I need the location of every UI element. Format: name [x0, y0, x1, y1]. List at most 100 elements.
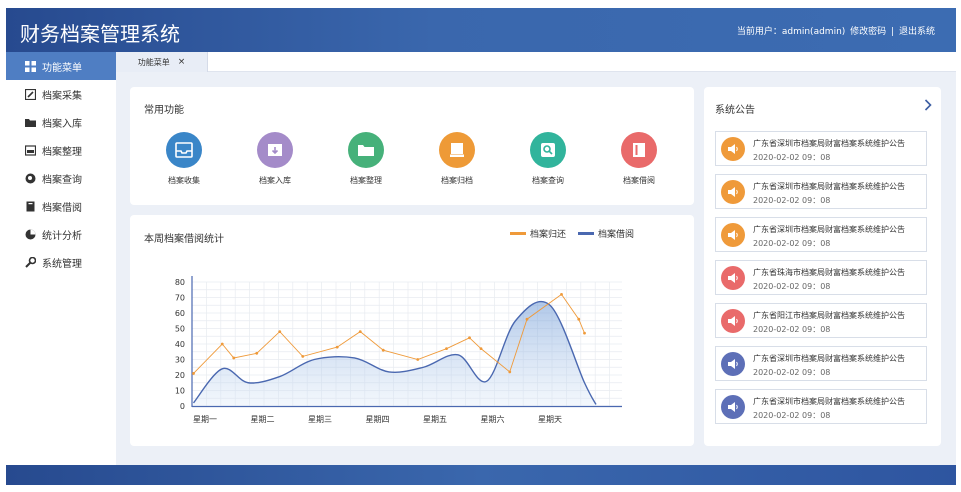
- quick-archive-button[interactable]: 档案归档: [427, 132, 487, 186]
- footer-bar: [6, 465, 956, 485]
- y-tick-label: 20: [175, 371, 185, 380]
- search-icon: [24, 172, 36, 184]
- series-return-point: [301, 355, 305, 358]
- logout-link[interactable]: 退出系统: [899, 27, 935, 37]
- sidebar-item-statistics[interactable]: 统计分析: [6, 220, 116, 248]
- notice-text: 广东省珠海市档案局财富档案系统维护公告: [753, 268, 905, 277]
- quick-function-label: 档案查询: [532, 176, 564, 185]
- user-bar-separator: |: [891, 27, 895, 37]
- series-return-point: [577, 317, 581, 321]
- notice-item[interactable]: 广东省阳江市档案局财富档案系统维护公告 2020-02-02 09：08: [715, 303, 927, 338]
- series-return-point: [508, 370, 512, 374]
- notice-item[interactable]: 广东省深圳市档案局财富档案系统维护公告 2020-02-02 09：08: [715, 217, 927, 252]
- pie-chart-icon: [24, 228, 36, 240]
- quick-function-label: 档案归档: [441, 176, 473, 185]
- notice-item[interactable]: 广东省深圳市档案局财富档案系统维护公告 2020-02-02 09：08: [715, 131, 927, 166]
- x-tick-label: 星期一: [193, 415, 217, 424]
- sidebar-item-label: 档案整理: [42, 146, 82, 158]
- sidebar-item-label: 档案借阅: [42, 202, 82, 214]
- quick-borrow-button[interactable]: 档案借阅: [609, 132, 669, 186]
- grid-icon: [24, 60, 36, 72]
- current-user-label: 当前用户：admin(admin): [736, 27, 846, 37]
- quick-query-button[interactable]: 档案查询: [518, 132, 578, 186]
- sidebar-item-query[interactable]: 档案查询: [6, 164, 116, 192]
- sidebar: 功能菜单 档案采集 档案入库 档案整理 档案查询 档案借阅 统计分析 系统管理: [6, 52, 116, 465]
- sidebar-item-label: 档案入库: [42, 118, 82, 130]
- notice-item[interactable]: 广东省珠海市档案局财富档案系统维护公告 2020-02-02 09：08: [715, 260, 927, 295]
- weekly-borrow-chart-panel: 本周档案借阅统计 档案归还 档案借阅 0 10 20 30 40 50 60 70 80 星期一星…: [130, 215, 694, 446]
- quick-function-label: 档案入库: [259, 176, 291, 185]
- app-title: 财务档案管理系统: [20, 22, 180, 46]
- series-return-point: [445, 347, 448, 351]
- sidebar-item-label: 系统管理: [42, 258, 82, 270]
- tab-bar: 功能菜单 ×: [116, 52, 956, 72]
- series-return-point: [192, 372, 195, 375]
- chevron-right-icon[interactable]: [924, 99, 932, 114]
- series-return-point: [358, 330, 362, 333]
- tab-close-icon[interactable]: ×: [178, 57, 186, 67]
- archive-box-icon: [257, 132, 293, 168]
- x-tick-label: 星期三: [308, 415, 332, 424]
- megaphone-icon: [721, 223, 745, 247]
- notice-item[interactable]: 广东省深圳市档案局财富档案系统维护公告 2020-02-02 09：08: [715, 346, 927, 381]
- quick-functions-panel: 常用功能 档案收集 档案入库 档案整理 档案归档 档案查询 档案借阅: [130, 87, 694, 205]
- tab-function-menu[interactable]: 功能菜单 ×: [116, 52, 208, 72]
- megaphone-icon: [721, 180, 745, 204]
- quick-storage-button[interactable]: 档案入库: [245, 132, 305, 186]
- series-return-point: [381, 348, 385, 352]
- sidebar-item-storage[interactable]: 档案入库: [6, 108, 116, 136]
- y-tick-label: 10: [175, 387, 185, 396]
- x-tick-label: 星期五: [423, 415, 447, 424]
- x-tick-label: 星期六: [481, 414, 505, 424]
- notice-time: 2020-02-02 09：08: [753, 411, 831, 420]
- system-notice-panel: 系统公告 广东省深圳市档案局财富档案系统维护公告 2020-02-02 09：08…: [704, 87, 941, 446]
- series-return-point: [583, 331, 586, 335]
- notice-item[interactable]: 广东省深圳市档案局财富档案系统维护公告 2020-02-02 09：08: [715, 174, 927, 209]
- series-return-point: [560, 293, 563, 296]
- sidebar-item-label: 功能菜单: [42, 62, 82, 74]
- y-tick-label: 30: [175, 356, 185, 365]
- sidebar-item-label: 档案查询: [42, 174, 82, 186]
- book-icon: [621, 132, 657, 168]
- quick-functions-title: 常用功能: [144, 105, 184, 116]
- app-window: 财务档案管理系统 当前用户：admin(admin) 修改密码 | 退出系统 功…: [6, 8, 956, 485]
- quick-organize-button[interactable]: 档案整理: [336, 132, 396, 186]
- y-tick-label: 0: [180, 402, 185, 411]
- tray-icon: [24, 144, 36, 156]
- megaphone-icon: [721, 266, 745, 290]
- folder-icon: [24, 116, 36, 128]
- quick-function-label: 档案借阅: [623, 176, 655, 185]
- series-return-point: [479, 347, 483, 351]
- notice-time: 2020-02-02 09：08: [753, 153, 831, 162]
- series-return-point: [220, 342, 224, 346]
- line-chart: 0 10 20 30 40 50 60 70 80 星期一 星期二 星期三 星期四 星期五 星期六 星期天: [175, 276, 622, 424]
- inbox-icon: [166, 132, 202, 168]
- series-return-point: [278, 330, 282, 333]
- y-tick-label: 70: [175, 294, 185, 303]
- notice-text: 广东省深圳市档案局财富档案系统维护公告: [753, 354, 905, 363]
- sidebar-item-function-menu[interactable]: 功能菜单: [6, 52, 116, 80]
- sidebar-item-borrow[interactable]: 档案借阅: [6, 192, 116, 220]
- edit-icon: [24, 88, 36, 100]
- y-tick-label: 50: [175, 325, 185, 334]
- quick-collect-button[interactable]: 档案收集: [154, 132, 214, 186]
- sidebar-item-collect[interactable]: 档案采集: [6, 80, 116, 108]
- notice-time: 2020-02-02 09：08: [753, 239, 831, 248]
- series-return-point: [416, 358, 420, 361]
- notice-item[interactable]: 广东省深圳市档案局财富档案系统维护公告 2020-02-02 09：08: [715, 389, 927, 424]
- series-return-point: [255, 351, 259, 355]
- megaphone-icon: [721, 137, 745, 161]
- folder-open-icon: [348, 132, 384, 168]
- series-return-point: [468, 336, 471, 340]
- x-tick-label: 星期天: [538, 415, 562, 424]
- series-return-point: [232, 356, 236, 360]
- sidebar-item-system[interactable]: 系统管理: [6, 248, 116, 276]
- sidebar-item-label: 档案采集: [42, 90, 82, 102]
- notice-text: 广东省阳江市档案局财富档案系统维护公告: [753, 311, 905, 320]
- x-tick-label: 星期四: [366, 415, 390, 424]
- sidebar-item-organize[interactable]: 档案整理: [6, 136, 116, 164]
- change-password-link[interactable]: 修改密码: [850, 27, 886, 37]
- series-return-point: [525, 317, 529, 321]
- notice-time: 2020-02-02 09：08: [753, 196, 831, 205]
- megaphone-icon: [721, 395, 745, 419]
